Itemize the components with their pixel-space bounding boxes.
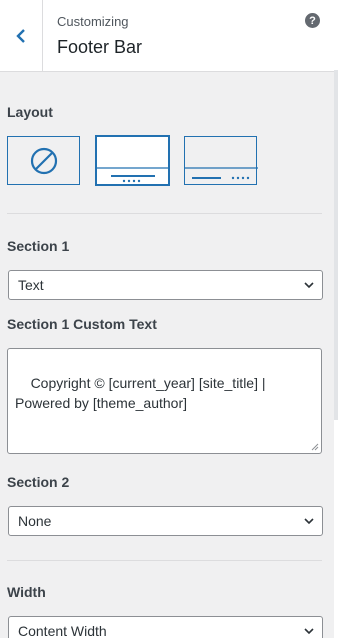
section2-selected-value: None (18, 513, 52, 529)
divider (7, 213, 322, 214)
section1-custom-text-field[interactable]: Copyright © [current_year] [site_title] … (7, 348, 322, 454)
section1-select[interactable]: Text (8, 270, 323, 300)
chevron-down-icon (304, 518, 314, 525)
section1-selected-value: Text (18, 277, 44, 293)
centered-footer-icon (97, 167, 170, 183)
divider (7, 560, 322, 561)
back-button[interactable] (0, 0, 43, 71)
no-footer-icon (30, 147, 58, 175)
scrollbar[interactable] (334, 0, 338, 638)
width-label: Width (7, 584, 46, 600)
section1-custom-text-label: Section 1 Custom Text (7, 316, 157, 332)
panel-header: Customizing Footer Bar ? (0, 0, 334, 72)
section2-select[interactable]: None (8, 506, 323, 536)
scrollbar-thumb[interactable] (334, 70, 338, 420)
section2-label: Section 2 (7, 474, 70, 490)
chevron-down-icon (304, 282, 314, 289)
chevron-down-icon (304, 628, 314, 635)
layout-option-centered[interactable] (96, 136, 170, 185)
width-selected-value: Content Width (18, 623, 107, 638)
layout-option-none[interactable] (7, 136, 80, 185)
resize-handle-icon[interactable] (311, 443, 319, 451)
width-select[interactable]: Content Width (8, 616, 323, 638)
chevron-left-icon (16, 28, 25, 43)
layout-label: Layout (7, 104, 53, 120)
layout-option-split[interactable] (184, 136, 258, 185)
section1-custom-text-value: Copyright © [current_year] [site_title] … (15, 375, 266, 411)
help-icon[interactable]: ? (305, 13, 320, 28)
page-title: Footer Bar (57, 37, 143, 57)
split-footer-icon (185, 167, 258, 180)
customizer-panel: Customizing Footer Bar ? Layout Section … (0, 0, 334, 638)
customizing-label: Customizing (57, 14, 129, 29)
section1-label: Section 1 (7, 238, 70, 254)
